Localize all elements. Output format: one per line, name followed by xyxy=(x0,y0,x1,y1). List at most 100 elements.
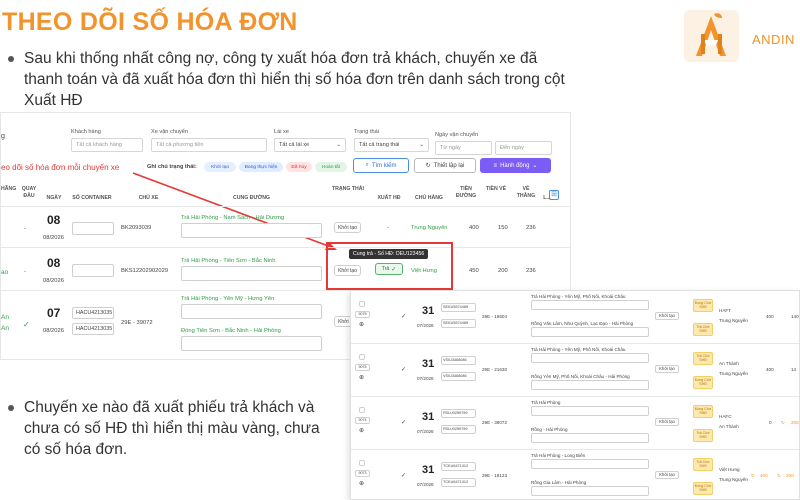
row-checkbox[interactable] xyxy=(359,301,365,307)
route-input-2[interactable] xyxy=(531,486,649,496)
search-button[interactable]: ⌕ Tìm kiếm xyxy=(353,158,409,173)
check-icon: ✓ xyxy=(401,420,407,426)
row2-route: Trả Hải Phòng - Tiên Sơn - Bắc Ninh xyxy=(181,258,276,264)
route-input-2[interactable] xyxy=(531,380,649,390)
status-badge[interactable]: Khởi tạo xyxy=(655,312,679,320)
truck-plate: 29E - 19504 xyxy=(482,314,508,319)
list-icon: ≡ xyxy=(493,162,498,169)
status-badge[interactable]: Khởi tạo xyxy=(655,418,679,426)
pending-invoice-badge[interactable]: Đóng Chờ SHĐ xyxy=(693,299,713,312)
row-checkbox[interactable] xyxy=(359,354,365,360)
slide: THEO DÕI SỐ HÓA ĐƠN ANDIN Sau khi thống … xyxy=(0,0,800,500)
truck-filter-label: Lái xe xyxy=(274,129,289,135)
route-input-1[interactable] xyxy=(531,300,649,310)
pending-invoice-badge[interactable]: Trả Chờ SHĐ xyxy=(693,323,713,336)
status-badge[interactable]: Khởi tạo xyxy=(655,471,679,479)
search-icon: ⌕ xyxy=(365,162,369,168)
col-header-win-ticket: VÉ THẮNG xyxy=(516,186,536,199)
trip-filter-input[interactable]: Tất cả phương tiện xyxy=(151,138,267,152)
left-fragment: ao xyxy=(1,269,9,276)
zoom-icon[interactable]: ⊕ xyxy=(359,374,364,381)
row2-road-fee: 450 xyxy=(469,268,479,274)
container-2[interactable]: FBLU0259759 xyxy=(441,425,476,434)
row1-status-badge[interactable]: Khởi tạo xyxy=(334,222,361,233)
route-1: Trả Hải Phòng - Yên Mỹ, Phố Nối, Khoái C… xyxy=(531,294,626,299)
row1-day: 08 xyxy=(47,213,61,227)
date-from-input[interactable]: Từ ngày xyxy=(435,141,492,155)
reset-button[interactable]: ↻ Thiết lập lại xyxy=(414,158,476,173)
road-fee: 400 xyxy=(766,314,774,319)
road-fee: 400 xyxy=(766,367,774,372)
date-to-input[interactable]: Đến ngày xyxy=(495,141,552,155)
pending-invoice-badge[interactable]: Trả Chờ SHĐ xyxy=(693,458,713,471)
andin-logo xyxy=(684,10,739,62)
zoom-icon[interactable]: ⊕ xyxy=(359,480,364,487)
container-1[interactable]: TCKU6471312 xyxy=(441,462,476,471)
status-badge[interactable]: Khởi tạo xyxy=(655,365,679,373)
col-header-date: NGÀY xyxy=(46,195,62,201)
zoom-icon[interactable]: ⊕ xyxy=(359,321,364,328)
pending-invoice-badge[interactable]: Đóng Chờ SHĐ xyxy=(693,376,713,389)
row-code: 9074 xyxy=(355,417,370,424)
col-header-route: CUNG ĐƯỜNG xyxy=(233,195,270,201)
container-2[interactable]: SEKU5574489 xyxy=(441,319,476,328)
container-1[interactable]: FBLU0259759 xyxy=(441,409,476,418)
row2-ticket-fee: 200 xyxy=(498,268,508,274)
refresh-icon[interactable]: ↻ xyxy=(777,473,781,479)
bullet-text-1: Sau khi thống nhất công nợ, công ty xuất… xyxy=(8,48,574,111)
row2-route-input[interactable] xyxy=(181,266,322,281)
row-checkbox[interactable] xyxy=(359,407,365,413)
owner-1: HAFC xyxy=(719,414,732,419)
row-day: 31 xyxy=(422,411,435,423)
bullet-2-text: Chuyến xe nào đã xuất phiếu trả khách và… xyxy=(24,399,320,458)
row1-route: Trả Hải Phòng - Nam Sách - Hải Dương xyxy=(181,215,285,221)
row-code: 9073 xyxy=(355,470,370,477)
row3-route-input-2[interactable] xyxy=(181,336,322,351)
customer-filter-label: Khách hàng xyxy=(71,129,101,135)
row3-container-1[interactable]: HACU4213035 xyxy=(72,307,114,319)
row-day: 31 xyxy=(422,305,435,317)
truck-filter-select[interactable]: Tất cả lái xe ⌄ xyxy=(274,138,346,152)
row2-win-ticket: 236 xyxy=(526,268,536,274)
row-checkbox[interactable] xyxy=(359,460,365,466)
route-input-1[interactable] xyxy=(531,406,649,416)
route-2: Rồng Văn Lâm, Như Quỳnh, Lạc Đạo - Hải P… xyxy=(531,321,634,326)
zoom-icon[interactable]: ⊕ xyxy=(359,427,364,434)
row3-route-input-1[interactable] xyxy=(181,304,322,319)
status-filter-label: Trạng thái xyxy=(354,129,379,135)
customer-filter-input[interactable]: Tất cả khách hàng xyxy=(71,138,143,152)
refresh-icon[interactable]: ↻ xyxy=(781,420,785,426)
container-2[interactable]: TCKU6471312 xyxy=(441,478,476,487)
pending-invoice-badge[interactable]: Đóng Chờ SHĐ xyxy=(693,405,713,418)
action-menu-button[interactable]: ≡ Hành động ⌄ xyxy=(480,158,551,173)
pending-invoice-badge[interactable]: Đóng Chờ SHĐ xyxy=(693,482,713,495)
status-filter-select[interactable]: Tất cả trạng thái ⌄ xyxy=(354,138,429,152)
route-input-1[interactable] xyxy=(531,353,649,363)
invoice-badge[interactable]: Trả ✓ xyxy=(375,263,403,275)
extra-fee: 140 xyxy=(791,314,799,319)
extra-fee: 200 xyxy=(786,473,794,478)
row3-container-2[interactable]: HACU4213035 xyxy=(72,323,114,335)
check-circle-icon: ✓ xyxy=(391,266,397,273)
row1-container-input[interactable] xyxy=(72,222,114,235)
pending-invoice-badge[interactable]: Trả Chờ SHĐ xyxy=(693,429,713,442)
row2-container-input[interactable] xyxy=(72,264,114,277)
bullet-text-2: Chuyến xe nào đã xuất phiếu trả khách và… xyxy=(8,397,339,460)
row1-route-input[interactable] xyxy=(181,223,322,238)
route-input-2[interactable] xyxy=(531,327,649,337)
container-2[interactable]: VSIU3468086 xyxy=(441,372,476,381)
owner-1: HAFT xyxy=(719,308,731,313)
route-1: Trả Hải Phòng xyxy=(531,400,561,405)
route-input-2[interactable] xyxy=(531,433,649,443)
road-fee: 400 xyxy=(760,473,768,478)
route-input-1[interactable] xyxy=(531,459,649,469)
row-code: 9075 xyxy=(355,364,370,371)
pending-invoice-badge[interactable]: Trả Chờ SHĐ xyxy=(693,352,713,365)
owner-2: Trung Nguyên xyxy=(719,371,748,376)
row1-win-ticket: 236 xyxy=(526,225,536,231)
container-1[interactable]: VSIU3468086 xyxy=(441,356,476,365)
refresh-icon[interactable]: ↻ xyxy=(751,473,755,479)
row3-route-2: Đóng Tiên Sơn - Bắc Ninh - Hải Phòng xyxy=(181,328,281,334)
container-1[interactable]: SEKU5574489 xyxy=(441,303,476,312)
row1-ticket-fee: 150 xyxy=(498,225,508,231)
